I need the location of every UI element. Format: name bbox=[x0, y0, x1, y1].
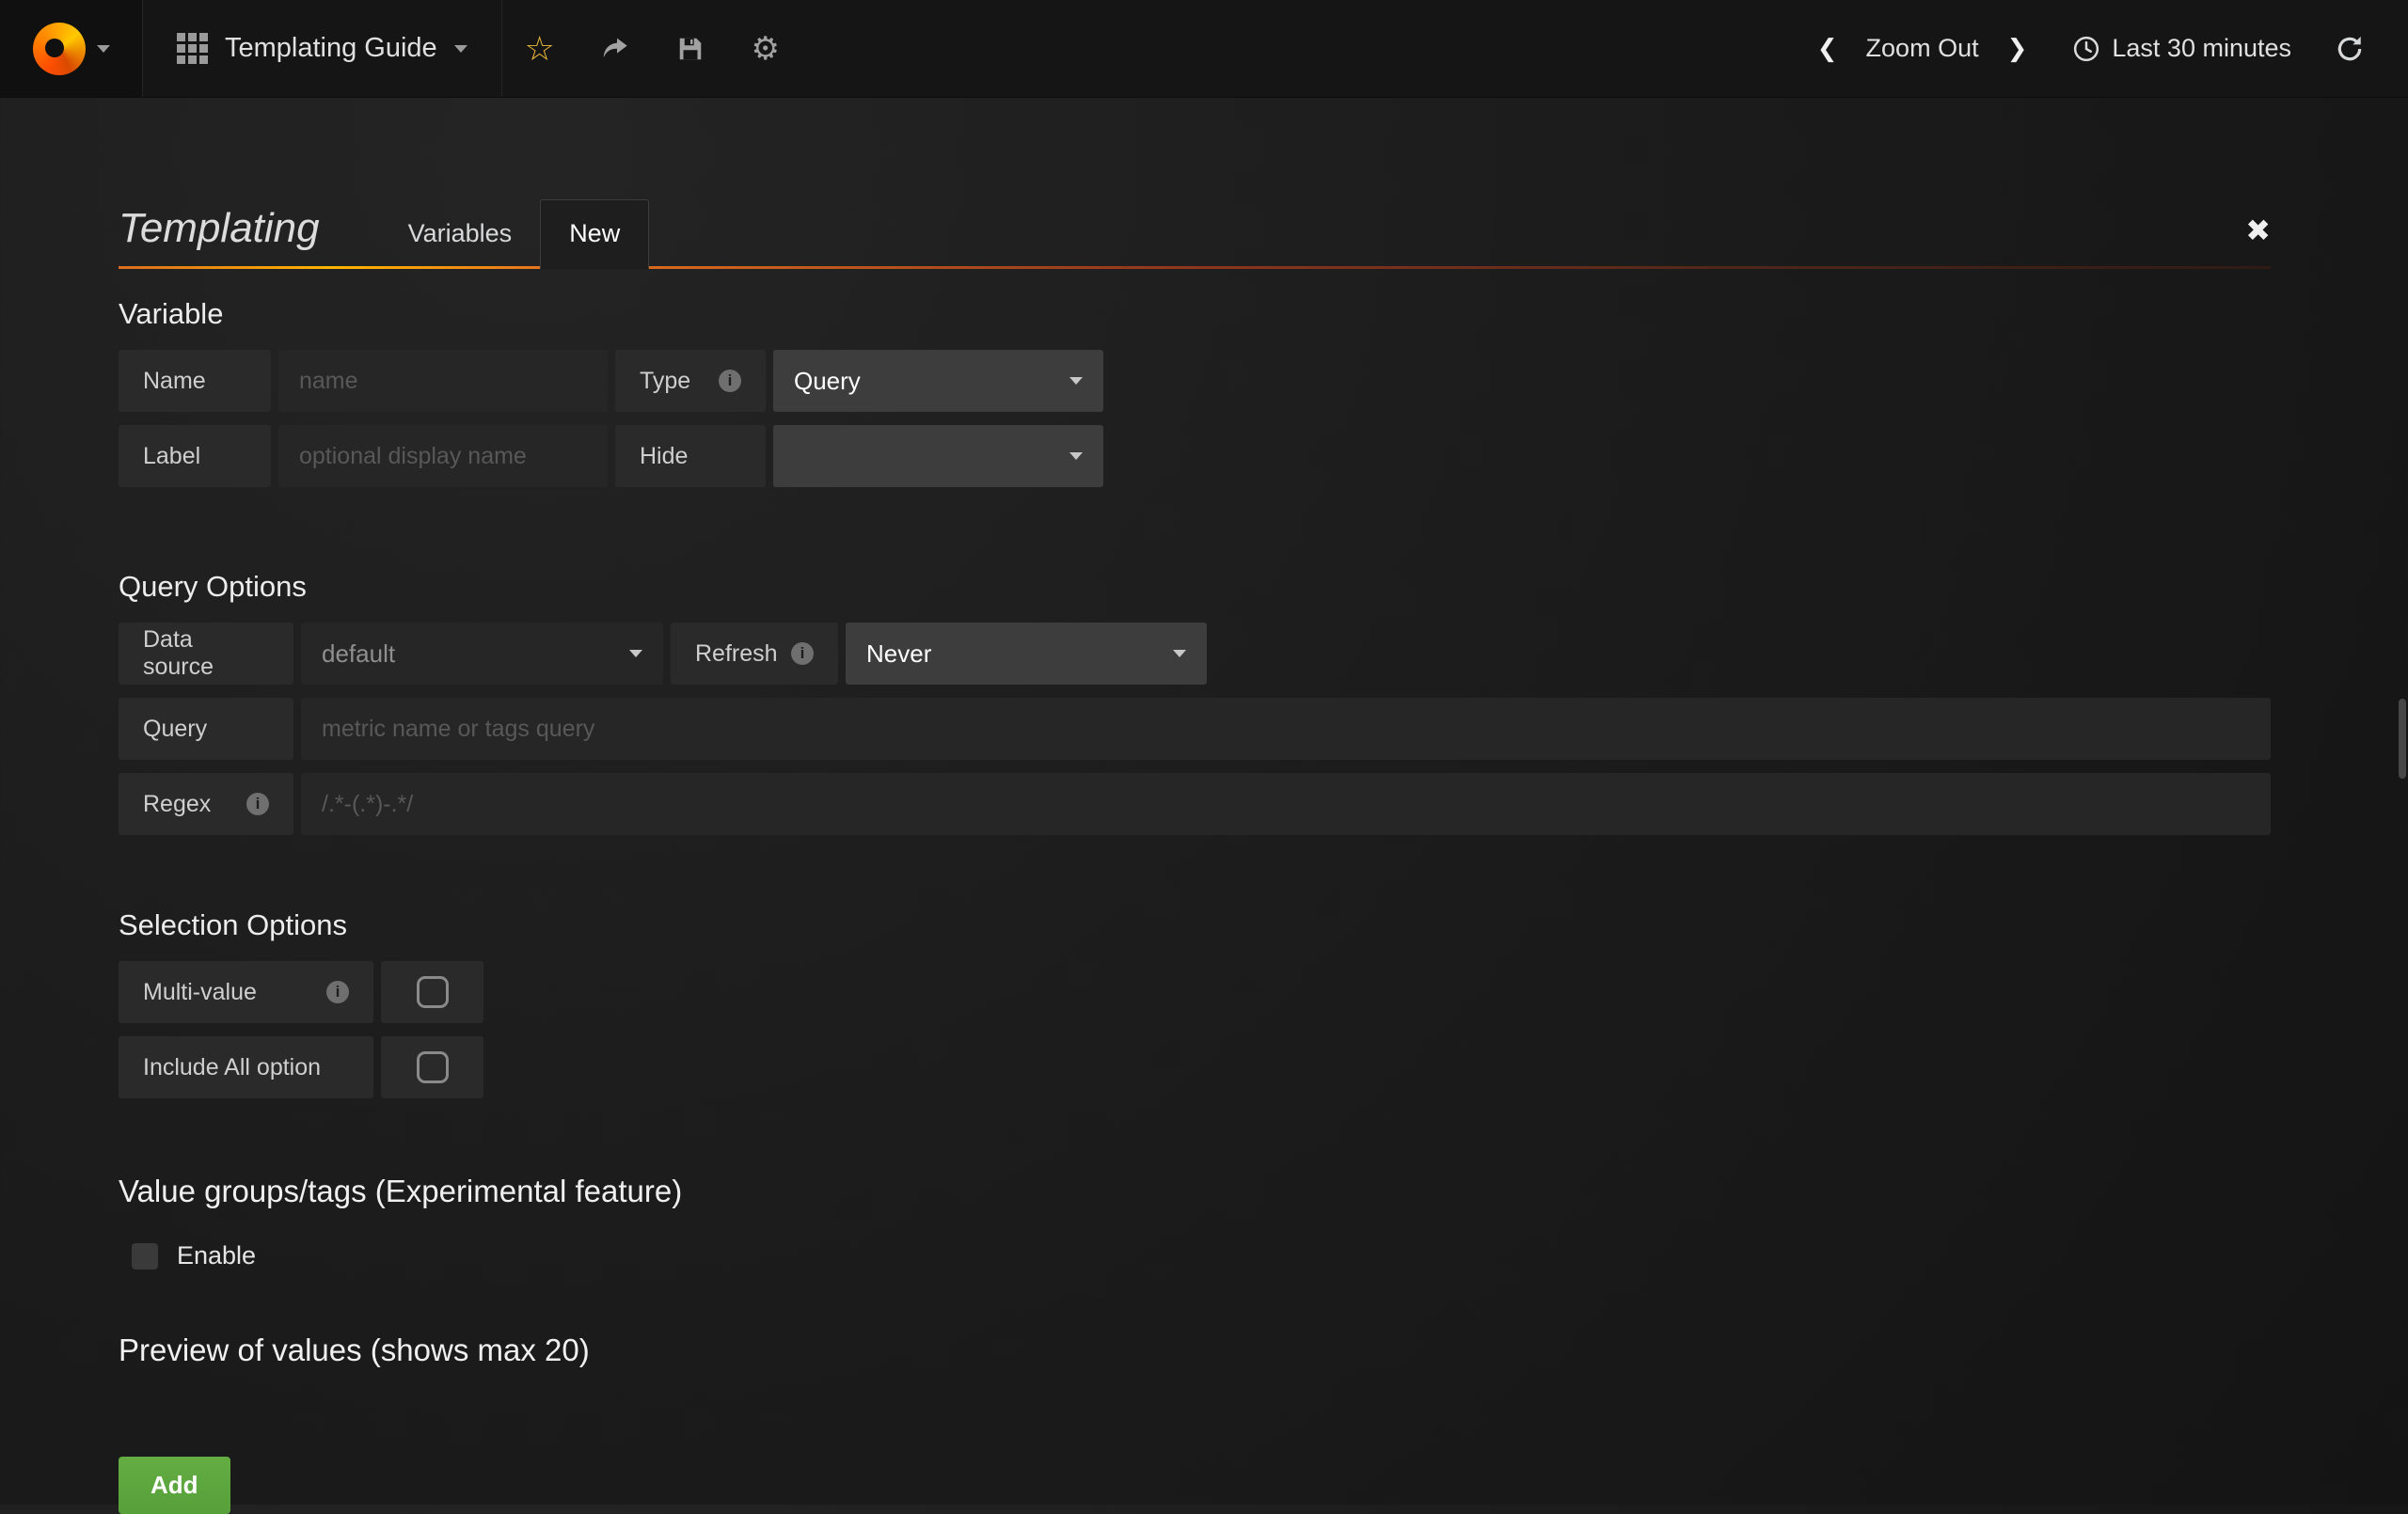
grafana-app: Templating Guide ☆ ⚙ ❮ bbox=[0, 0, 2408, 1514]
add-button[interactable]: Add bbox=[119, 1457, 230, 1514]
info-icon[interactable]: i bbox=[246, 793, 269, 815]
datasource-row: Data source default Refresh i Never bbox=[119, 623, 2271, 685]
enable-checkbox[interactable] bbox=[132, 1243, 158, 1270]
enable-label: Enable bbox=[177, 1241, 256, 1270]
multi-value-label: Multi-value i bbox=[119, 961, 373, 1023]
refresh-select-value: Never bbox=[866, 639, 931, 669]
query-options-section: Query Options Data source default Refres… bbox=[119, 570, 2271, 835]
time-shift-left-button[interactable]: ❮ bbox=[1797, 0, 1859, 98]
refresh-icon bbox=[2335, 34, 2365, 64]
datasource-select-value: default bbox=[322, 639, 395, 669]
hide-label: Hide bbox=[615, 425, 766, 487]
grafana-menu-button[interactable] bbox=[0, 0, 143, 97]
selection-options-heading: Selection Options bbox=[119, 908, 2271, 942]
multi-value-checkbox[interactable] bbox=[381, 961, 483, 1023]
star-icon: ☆ bbox=[525, 32, 555, 66]
variable-label-input[interactable] bbox=[278, 425, 608, 487]
templating-header: Templating Variables New ✖ bbox=[119, 98, 2271, 266]
include-all-checkbox[interactable] bbox=[381, 1036, 483, 1098]
chevron-down-icon bbox=[97, 45, 110, 53]
selection-options-section: Selection Options Multi-value i Include … bbox=[119, 908, 2271, 1098]
star-dashboard-button[interactable]: ☆ bbox=[502, 0, 578, 98]
multi-value-row: Multi-value i bbox=[119, 961, 2271, 1023]
include-all-row: Include All option bbox=[119, 1036, 2271, 1098]
info-icon[interactable]: i bbox=[326, 981, 349, 1003]
time-shift-right-button[interactable]: ❯ bbox=[1987, 0, 2049, 98]
chevron-down-icon bbox=[1173, 650, 1186, 657]
enable-row: Enable bbox=[119, 1241, 2271, 1270]
tab-accent-line bbox=[119, 266, 2271, 269]
dashboard-title-button[interactable]: Templating Guide bbox=[143, 0, 502, 97]
label-label: Label bbox=[119, 425, 271, 487]
value-groups-heading: Value groups/tags (Experimental feature) bbox=[119, 1174, 2271, 1209]
include-all-label: Include All option bbox=[119, 1036, 373, 1098]
refresh-label: Refresh i bbox=[671, 623, 838, 685]
info-icon[interactable]: i bbox=[791, 642, 814, 665]
variable-heading: Variable bbox=[119, 297, 2271, 331]
templating-editor: Templating Variables New ✖ Variable Name… bbox=[0, 98, 2408, 1514]
variable-name-row: Name Type i Query bbox=[119, 350, 2271, 412]
dashboard-grid-icon bbox=[177, 33, 208, 64]
save-dashboard-button[interactable] bbox=[653, 0, 728, 98]
dashboard-title: Templating Guide bbox=[225, 33, 437, 64]
value-groups-section: Value groups/tags (Experimental feature)… bbox=[119, 1174, 2271, 1270]
close-icon[interactable]: ✖ bbox=[2245, 215, 2271, 266]
clock-icon bbox=[2072, 35, 2100, 63]
type-select-value: Query bbox=[794, 367, 861, 396]
zoom-out-button[interactable]: Zoom Out bbox=[1859, 0, 1987, 98]
refresh-select[interactable]: Never bbox=[846, 623, 1207, 685]
query-row: Query bbox=[119, 698, 2271, 760]
checkbox-icon bbox=[417, 1051, 449, 1083]
variable-name-input[interactable] bbox=[278, 350, 608, 412]
time-range-label: Last 30 minutes bbox=[2112, 34, 2291, 63]
chevron-right-icon: ❯ bbox=[2007, 35, 2028, 63]
navbar-actions: ☆ ⚙ bbox=[502, 0, 803, 97]
chevron-down-icon bbox=[629, 650, 642, 657]
multi-value-label-text: Multi-value bbox=[143, 979, 257, 1006]
share-icon bbox=[600, 34, 630, 64]
regex-label-text: Regex bbox=[143, 791, 211, 818]
type-select[interactable]: Query bbox=[773, 350, 1103, 412]
regex-row: Regex i bbox=[119, 773, 2271, 835]
zoom-out-label: Zoom Out bbox=[1866, 34, 1979, 62]
tab-new[interactable]: New bbox=[540, 199, 649, 269]
query-options-heading: Query Options bbox=[119, 570, 2271, 604]
info-icon[interactable]: i bbox=[719, 370, 741, 392]
regex-input[interactable] bbox=[301, 773, 2271, 835]
datasource-select[interactable]: default bbox=[301, 623, 663, 685]
refresh-dashboard-button[interactable] bbox=[2316, 0, 2384, 98]
preview-section: Preview of values (shows max 20) bbox=[119, 1333, 2271, 1368]
variable-section: Variable Name Type i Query Label Hide bbox=[119, 297, 2271, 487]
grafana-logo-icon bbox=[33, 23, 86, 75]
name-label: Name bbox=[119, 350, 271, 412]
chevron-down-icon bbox=[1069, 377, 1083, 385]
dashboard-settings-button[interactable]: ⚙ bbox=[728, 0, 803, 98]
type-label: Type i bbox=[615, 350, 766, 412]
time-picker-button[interactable]: Last 30 minutes bbox=[2048, 0, 2316, 98]
save-icon bbox=[676, 35, 705, 63]
page-title: Templating bbox=[119, 204, 320, 266]
checkbox-icon bbox=[417, 976, 449, 1008]
query-label: Query bbox=[119, 698, 293, 760]
scrollbar-thumb[interactable] bbox=[2399, 699, 2406, 779]
hide-select[interactable] bbox=[773, 425, 1103, 487]
gear-icon: ⚙ bbox=[751, 33, 779, 65]
navbar-right: ❮ Zoom Out ❯ Last 30 minutes bbox=[1797, 0, 2408, 97]
tab-variables[interactable]: Variables bbox=[380, 200, 541, 266]
preview-heading: Preview of values (shows max 20) bbox=[119, 1333, 2271, 1368]
datasource-label: Data source bbox=[119, 623, 293, 685]
chevron-down-icon bbox=[1069, 452, 1083, 460]
refresh-label-text: Refresh bbox=[695, 640, 778, 668]
type-label-text: Type bbox=[640, 368, 690, 395]
chevron-left-icon: ❮ bbox=[1817, 35, 1838, 63]
query-input[interactable] bbox=[301, 698, 2271, 760]
tab-bar: Variables New bbox=[380, 199, 650, 266]
navbar: Templating Guide ☆ ⚙ ❮ bbox=[0, 0, 2408, 98]
chevron-down-icon bbox=[454, 45, 467, 53]
regex-label: Regex i bbox=[119, 773, 293, 835]
share-dashboard-button[interactable] bbox=[578, 0, 653, 98]
variable-label-row: Label Hide bbox=[119, 425, 2271, 487]
